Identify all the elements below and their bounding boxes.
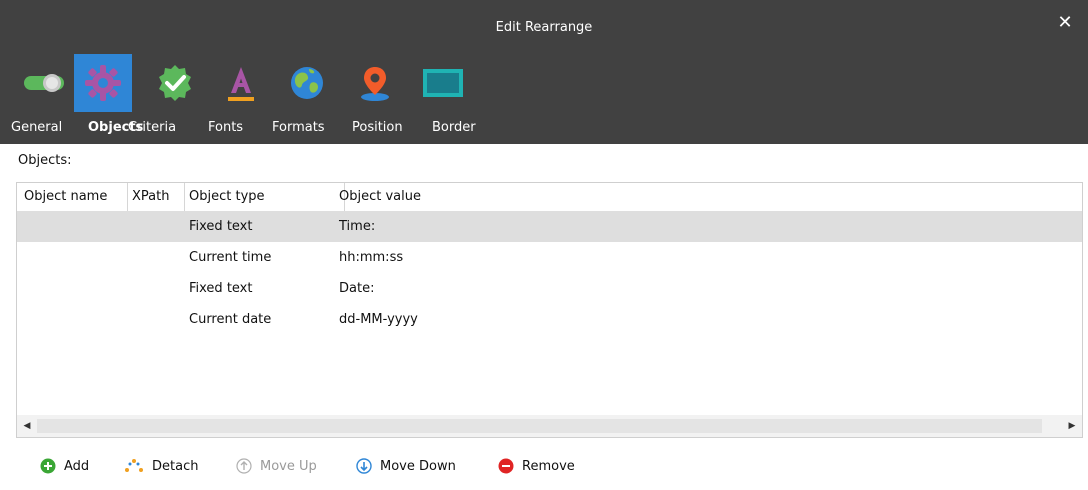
remove-button-label: Remove bbox=[522, 458, 575, 474]
scroll-left-icon[interactable]: ◀ bbox=[19, 415, 35, 437]
cell-object-type: Fixed text bbox=[189, 281, 253, 296]
cell-object-value: dd-MM-yyyy bbox=[339, 312, 418, 327]
table-row[interactable]: Current date dd-MM-yyyy bbox=[17, 304, 1082, 335]
globe-icon bbox=[278, 54, 336, 112]
horizontal-scrollbar[interactable]: ◀ ▶ bbox=[17, 415, 1082, 437]
cell-object-type: Fixed text bbox=[189, 219, 253, 234]
border-rectangle-icon bbox=[414, 54, 472, 112]
dialog-title: Edit Rearrange bbox=[495, 20, 593, 35]
tab-border-label: Border bbox=[432, 120, 476, 135]
table-row[interactable]: Current time hh:mm:ss bbox=[17, 242, 1082, 273]
cell-object-value: Time: bbox=[339, 219, 376, 234]
check-badge-icon bbox=[146, 54, 204, 112]
table-header: Object name XPath Object type Object val… bbox=[17, 183, 1082, 212]
move-up-button-label: Move Up bbox=[260, 458, 317, 474]
objects-table[interactable]: Object name XPath Object type Object val… bbox=[16, 182, 1083, 438]
arrow-up-circle-icon bbox=[236, 458, 252, 474]
toggle-icon bbox=[16, 54, 74, 112]
cell-object-value: Date: bbox=[339, 281, 375, 296]
tab-formats-label: Formats bbox=[272, 120, 325, 135]
objects-section-label: Objects: bbox=[18, 153, 72, 168]
column-divider[interactable] bbox=[127, 183, 128, 211]
column-header-object-value[interactable]: Object value bbox=[339, 183, 421, 211]
plus-circle-icon bbox=[40, 458, 56, 474]
column-divider[interactable] bbox=[184, 183, 185, 211]
minus-circle-icon bbox=[498, 458, 514, 474]
column-header-object-name[interactable]: Object name bbox=[24, 183, 107, 211]
edit-rearrange-dialog: Edit Rearrange ✕ General Objects Criteri… bbox=[0, 0, 1088, 490]
table-row[interactable]: Fixed text Date: bbox=[17, 273, 1082, 304]
table-row[interactable]: Fixed text Time: bbox=[17, 211, 1082, 242]
close-icon[interactable]: ✕ bbox=[1056, 14, 1074, 32]
detach-icon bbox=[125, 459, 143, 472]
remove-button[interactable]: Remove bbox=[498, 452, 575, 480]
tab-fonts-label: Fonts bbox=[208, 120, 244, 135]
detach-button-label: Detach bbox=[152, 458, 199, 474]
add-button-label: Add bbox=[64, 458, 90, 474]
detach-button[interactable]: Detach bbox=[124, 452, 198, 480]
cell-object-value: hh:mm:ss bbox=[339, 250, 404, 265]
scrollbar-thumb[interactable] bbox=[37, 419, 1042, 433]
tab-criteria-label: Criteria bbox=[128, 120, 177, 135]
move-down-button[interactable]: Move Down bbox=[356, 452, 456, 480]
scroll-right-icon[interactable]: ▶ bbox=[1064, 415, 1080, 437]
dialog-header: Edit Rearrange ✕ General Objects Criteri… bbox=[0, 0, 1088, 144]
cell-object-type: Current time bbox=[189, 250, 272, 265]
cell-object-type: Current date bbox=[189, 312, 272, 327]
tab-general-label: General bbox=[11, 120, 63, 135]
add-button[interactable]: Add bbox=[40, 452, 89, 480]
gear-icon bbox=[74, 54, 132, 112]
tab-position-label: Position bbox=[352, 120, 403, 135]
map-pin-icon bbox=[346, 54, 404, 112]
column-header-xpath[interactable]: XPath bbox=[132, 183, 169, 211]
column-header-object-type[interactable]: Object type bbox=[189, 183, 265, 211]
move-up-button[interactable]: Move Up bbox=[236, 452, 317, 480]
font-a-icon bbox=[212, 54, 270, 112]
move-down-button-label: Move Down bbox=[380, 458, 456, 474]
arrow-down-circle-icon bbox=[356, 458, 372, 474]
